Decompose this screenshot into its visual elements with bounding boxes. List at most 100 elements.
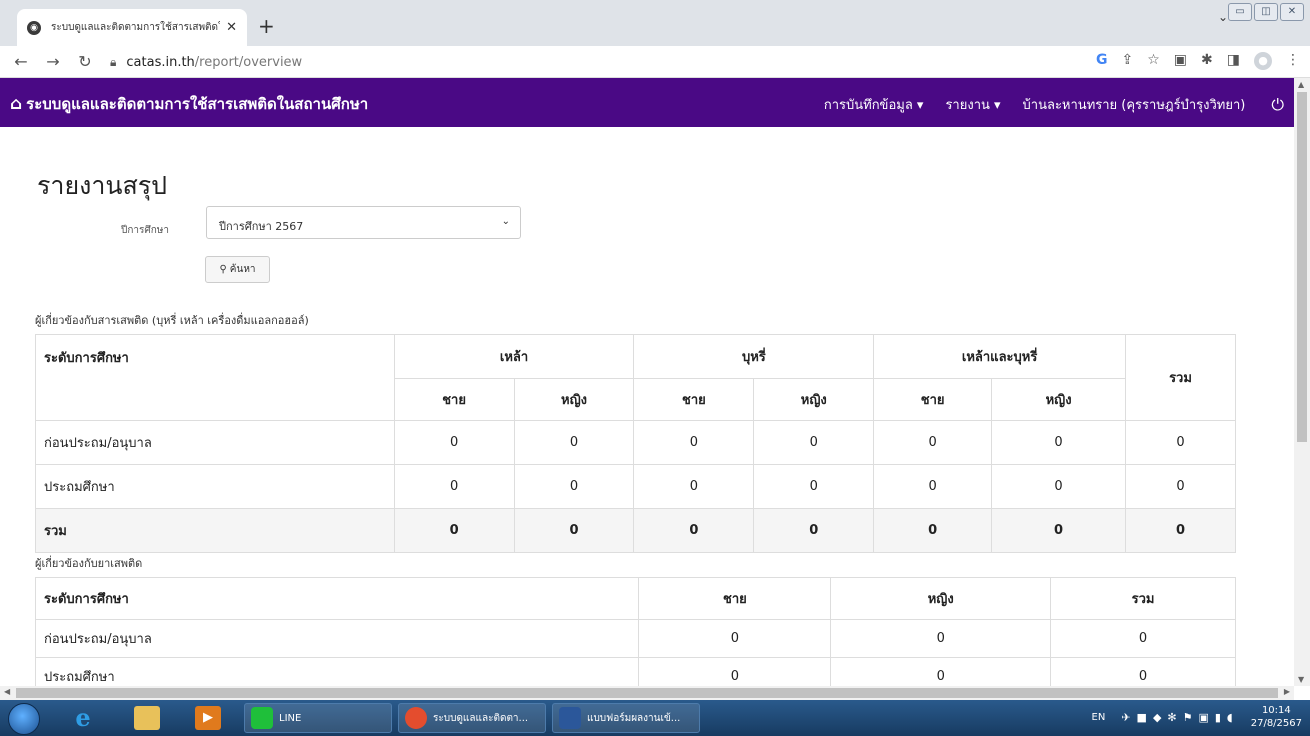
page-title: รายงานสรุป [37, 171, 168, 200]
minimize-icon[interactable]: ▭ [1228, 3, 1252, 21]
taskbar-line-app[interactable]: LINE [244, 703, 392, 733]
row-label: ก่อนประถม/อนุบาล [35, 420, 395, 465]
home-icon: ⌂ [10, 94, 23, 114]
table-cell: 0 [753, 464, 875, 509]
sub-header-female: หญิง [991, 378, 1126, 421]
taskbar-chrome-label: ระบบดูแลและติดตา... [433, 712, 529, 724]
row-label: รวม [35, 508, 395, 553]
table-total-row: รวม 0 0 0 0 0 0 0 [35, 508, 1236, 553]
power-icon[interactable]: ⏻ [1271, 95, 1284, 115]
sub-header-male: ชาย [633, 378, 755, 421]
nav-user[interactable]: บ้านละหานทราย (คุรราษฎร์บำรุงวิทยา) [1023, 94, 1246, 115]
scroll-thumb[interactable] [1297, 92, 1307, 442]
table-cell: 0 [830, 619, 1052, 658]
google-icon[interactable]: G [1096, 52, 1108, 70]
bookmark-star-icon[interactable]: ☆ [1147, 52, 1160, 70]
table-cell: 0 [753, 508, 875, 553]
scroll-up-icon[interactable]: ▲ [1298, 80, 1304, 89]
brand-link[interactable]: ⌂ ระบบดูแลและติดตามการใช้สารเสพติดในสถาน… [10, 92, 368, 116]
academic-year-value: ปีการศึกษา 2567 [219, 220, 304, 233]
col-level-header: ระดับการศึกษา [35, 334, 395, 421]
col-total-header: รวม [1125, 334, 1236, 421]
chrome-icon [405, 707, 427, 729]
line-app-icon [251, 707, 273, 729]
taskbar-chrome-app[interactable]: ระบบดูแลและติดตา... [398, 703, 546, 733]
table-cell: 0 [830, 657, 1052, 686]
profile-avatar-icon[interactable]: ● [1254, 52, 1272, 70]
table-cell: 0 [513, 420, 635, 465]
taskbar-word-app[interactable]: แบบฟอร์มผลงานเข้... [552, 703, 700, 733]
academic-year-label: ปีการศึกษา [121, 225, 169, 236]
table-cell: 0 [633, 508, 755, 553]
window-close-icon[interactable]: ✕ [1280, 3, 1304, 21]
puzzle-icon[interactable]: ✱ [1201, 52, 1213, 70]
sub-header-male: ชาย [873, 378, 993, 421]
share-icon[interactable]: ⇪ [1122, 52, 1134, 70]
media-player-icon[interactable]: ▶ [195, 706, 221, 730]
hscroll-thumb[interactable] [16, 688, 1278, 698]
clock[interactable]: 10:14 27/8/2567 [1251, 704, 1302, 730]
scroll-right-icon[interactable]: ▶ [1284, 687, 1290, 696]
academic-year-select[interactable]: ปีการศึกษา 2567 ⌄ [206, 206, 521, 239]
side-panel-icon[interactable]: ◨ [1227, 52, 1240, 70]
taskbar: e ▶ LINE ระบบดูแลและติดตา... แบบฟอร์มผลง… [0, 700, 1310, 736]
language-indicator[interactable]: EN [1092, 712, 1106, 723]
toolbar-icons: G ⇪ ☆ ▣ ✱ ◨ ● ⋮ [1096, 52, 1300, 70]
browser-tabstrip: ◉ ระบบดูแลและติดตามการใช้สารเสพติดใ ✕ + … [0, 0, 1310, 46]
table-cell: 0 [513, 508, 635, 553]
forward-icon[interactable]: → [42, 52, 64, 71]
group-header-both: เหล้าและบุหรี่ [873, 334, 1126, 379]
url-host: catas.in.th [126, 54, 195, 70]
search-button[interactable]: ⚲ ค้นหา [205, 256, 270, 283]
start-button[interactable] [8, 703, 40, 735]
taskbar-line-label: LINE [279, 712, 302, 724]
table-cell: 0 [1050, 619, 1236, 658]
substance-table: ระดับการศึกษา เหล้า บุหรี่ เหล้าและบุหรี… [35, 334, 1236, 553]
back-icon[interactable]: ← [10, 52, 32, 71]
horizontal-scrollbar[interactable]: ◀ ▶ [0, 686, 1294, 700]
word-icon [559, 707, 581, 729]
table-row: ก่อนประถม/อนุบาล 0 0 0 0 0 0 0 [35, 420, 1236, 465]
table-cell: 0 [393, 420, 515, 465]
url-path: /report/overview [194, 54, 303, 70]
internet-explorer-icon[interactable]: e [70, 706, 96, 730]
col-female-header: หญิง [830, 577, 1052, 620]
browser-tab[interactable]: ◉ ระบบดูแลและติดตามการใช้สารเสพติดใ ✕ [17, 9, 247, 46]
maximize-icon[interactable]: ◫ [1254, 3, 1278, 21]
menu-kebab-icon[interactable]: ⋮ [1286, 52, 1300, 70]
scroll-down-icon[interactable]: ▼ [1298, 675, 1304, 684]
scroll-left-icon[interactable]: ◀ [4, 687, 10, 696]
table-cell: 0 [638, 657, 832, 686]
col-level-header: ระดับการศึกษา [34, 577, 640, 620]
vertical-scrollbar[interactable]: ▲ ▼ [1294, 78, 1310, 686]
address-bar: ← → ↻ 🔒︎ catas.in.th/report/overview G ⇪… [0, 46, 1310, 78]
nav-report-menu[interactable]: รายงาน ▾ [945, 94, 1000, 115]
folder-icon[interactable] [134, 706, 160, 730]
col-male-header: ชาย [638, 577, 832, 620]
taskbar-word-label: แบบฟอร์มผลงานเข้... [587, 712, 681, 724]
tab-search-icon[interactable]: ⌄ [1218, 10, 1228, 24]
row-label: ก่อนประถม/อนุบาล [34, 619, 640, 658]
chevron-down-icon: ⌄ [501, 216, 510, 227]
tray-icons[interactable]: ✈■◆✻⚑▣▮◖ [1121, 711, 1238, 724]
extension-icon[interactable]: ▣ [1174, 52, 1187, 70]
reload-icon[interactable]: ↻ [74, 52, 96, 71]
sub-header-female: หญิง [513, 378, 635, 421]
clock-date: 27/8/2567 [1250, 718, 1302, 729]
tab-title: ระบบดูแลและติดตามการใช้สารเสพติดใ [51, 22, 221, 33]
clock-time: 10:14 [1261, 705, 1291, 716]
row-label: ประถมศึกษา [34, 657, 640, 686]
table-row: ประถมศึกษา 0 0 0 0 0 0 0 [35, 464, 1236, 509]
table-cell: 0 [753, 420, 875, 465]
new-tab-button[interactable]: + [258, 14, 275, 38]
table-cell: 0 [873, 464, 993, 509]
search-icon: ⚲ [219, 264, 227, 275]
close-icon[interactable]: ✕ [226, 20, 237, 35]
lock-icon[interactable]: 🔒︎ [110, 55, 116, 70]
table-cell: 0 [393, 464, 515, 509]
table-row: ก่อนประถม/อนุบาล 0 0 0 [34, 619, 1236, 658]
col-total-header: รวม [1050, 577, 1236, 620]
url-field[interactable]: 🔒︎ catas.in.th/report/overview [110, 50, 1050, 74]
top-navbar: ⌂ ระบบดูแลและติดตามการใช้สารเสพติดในสถาน… [0, 78, 1294, 127]
nav-record-menu[interactable]: การบันทึกข้อมูล ▾ [824, 94, 924, 115]
